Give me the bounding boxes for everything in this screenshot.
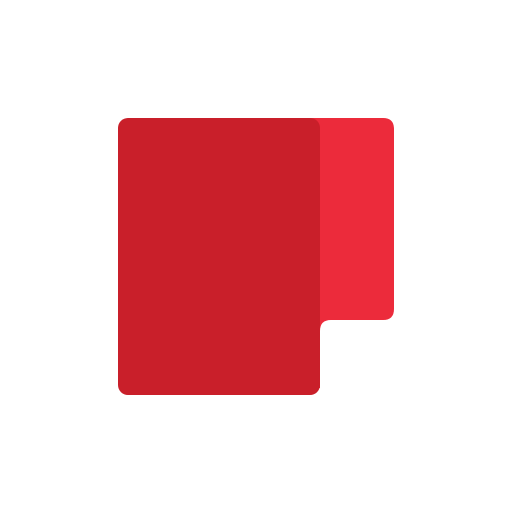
red-document-tab-icon — [118, 118, 394, 395]
icon-canvas — [0, 0, 512, 512]
front-panel-shape — [118, 118, 320, 395]
